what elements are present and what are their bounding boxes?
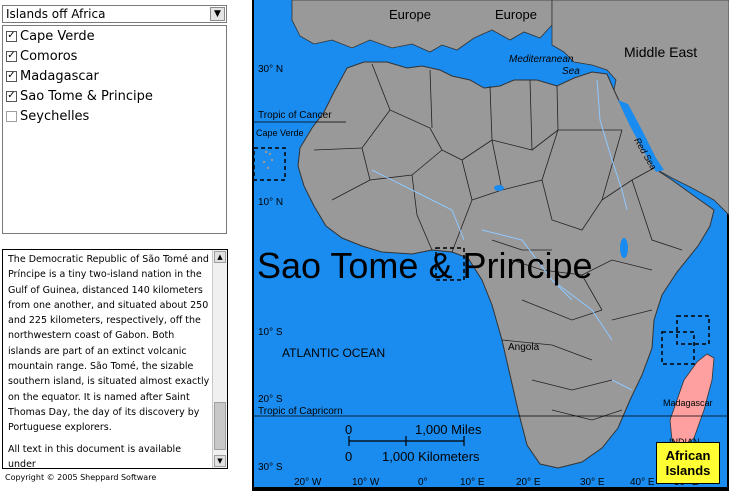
checklist-item-sao-tome[interactable]: ✓ Sao Tome & Principe (6, 88, 153, 104)
lat-label: 10° N (258, 197, 283, 208)
label-madagascar: Madagascar (663, 398, 713, 408)
african-islands-button[interactable]: African Islands (656, 442, 720, 484)
checklist-item-cape-verde[interactable]: ✓ Cape Verde (6, 28, 95, 44)
scroll-thumb[interactable] (214, 402, 226, 450)
lat-label: 30° S (258, 462, 283, 473)
lake-victoria (620, 238, 628, 258)
lake-chad (494, 185, 504, 191)
description-scrollbar[interactable]: ▲ ▼ (212, 250, 227, 468)
checklist-item-comoros[interactable]: ✓ Comoros (6, 48, 77, 64)
checklist-label: Comoros (20, 48, 78, 64)
checkbox-checked-icon[interactable]: ✓ (6, 30, 17, 42)
lon-label: 0° (418, 477, 428, 488)
lon-label: 40° E (630, 477, 655, 488)
africa-map[interactable]: Europe Europe Middle East Mediterranean … (252, 0, 729, 491)
scale-zero-bottom: 0 (345, 449, 352, 464)
map-border (252, 0, 254, 491)
checkbox-unchecked-icon[interactable] (6, 110, 17, 122)
copyright-text: Copyright © 2005 Sheppard Software (5, 473, 157, 482)
legend-label-line2: Islands (665, 463, 711, 478)
lat-label: 30° N (258, 64, 283, 75)
label-cape-verde: Cape Verde (256, 128, 304, 138)
left-panel: Islands off Africa ▼ ✓ Cape Verde ✓ Como… (0, 0, 252, 491)
label-mediterranean: Mediterranean (509, 54, 574, 65)
lat-label: 20° S (258, 394, 283, 405)
chevron-down-icon[interactable]: ▼ (210, 7, 225, 21)
checklist-item-seychelles[interactable]: Seychelles (6, 108, 89, 124)
legend-label-line1: African (665, 448, 711, 463)
label-tropic-capricorn: Tropic of Capricorn (258, 406, 343, 417)
description-text: The Democratic Republic of São Tomé and … (8, 252, 210, 469)
checklist-item-madagascar[interactable]: ✓ Madagascar (6, 68, 99, 84)
checkbox-checked-icon[interactable]: ✓ (6, 70, 17, 82)
description-paragraph: All text in this document is available u… (8, 443, 182, 469)
description-box[interactable]: The Democratic Republic of São Tomé and … (2, 249, 228, 469)
scroll-up-icon[interactable]: ▲ (214, 251, 226, 263)
lat-label: 10° S (258, 327, 283, 338)
scroll-down-icon[interactable]: ▼ (214, 455, 226, 467)
lon-label: 20° E (516, 477, 541, 488)
label-tropic-cancer: Tropic of Cancer (258, 110, 332, 121)
lon-label: 30° E (580, 477, 605, 488)
label-angola: Angola (508, 342, 540, 353)
map-border (252, 487, 729, 491)
checkbox-checked-icon[interactable]: ✓ (6, 90, 17, 102)
label-atlantic: ATLANTIC OCEAN (282, 346, 385, 360)
lon-label: 10° E (460, 477, 485, 488)
checklist-label: Cape Verde (20, 28, 95, 44)
scale-miles: 1,000 Miles (415, 422, 482, 437)
scale-zero-top: 0 (345, 422, 352, 437)
lon-label: 20° W (294, 477, 322, 488)
highlighted-country-title: Sao Tome & Principe (257, 245, 593, 286)
label-europe: Europe (495, 7, 537, 22)
map-canvas: Europe Europe Middle East Mediterranean … (252, 0, 729, 491)
label-europe: Europe (389, 7, 431, 22)
label-sea: Sea (562, 66, 580, 77)
checklist-label: Madagascar (20, 68, 99, 84)
scale-km: 1,000 Kilometers (382, 449, 480, 464)
island-checklist: ✓ Cape Verde ✓ Comoros ✓ Madagascar ✓ Sa… (2, 25, 227, 234)
checklist-label: Sao Tome & Principe (20, 88, 153, 104)
lon-label: 10° W (352, 477, 380, 488)
checklist-label: Seychelles (20, 108, 90, 124)
region-dropdown-value: Islands off Africa (6, 7, 106, 21)
checkbox-checked-icon[interactable]: ✓ (6, 50, 17, 62)
label-middle-east: Middle East (624, 44, 697, 60)
description-paragraph: The Democratic Republic of São Tomé and … (8, 254, 210, 434)
region-dropdown[interactable]: Islands off Africa ▼ (2, 5, 227, 23)
